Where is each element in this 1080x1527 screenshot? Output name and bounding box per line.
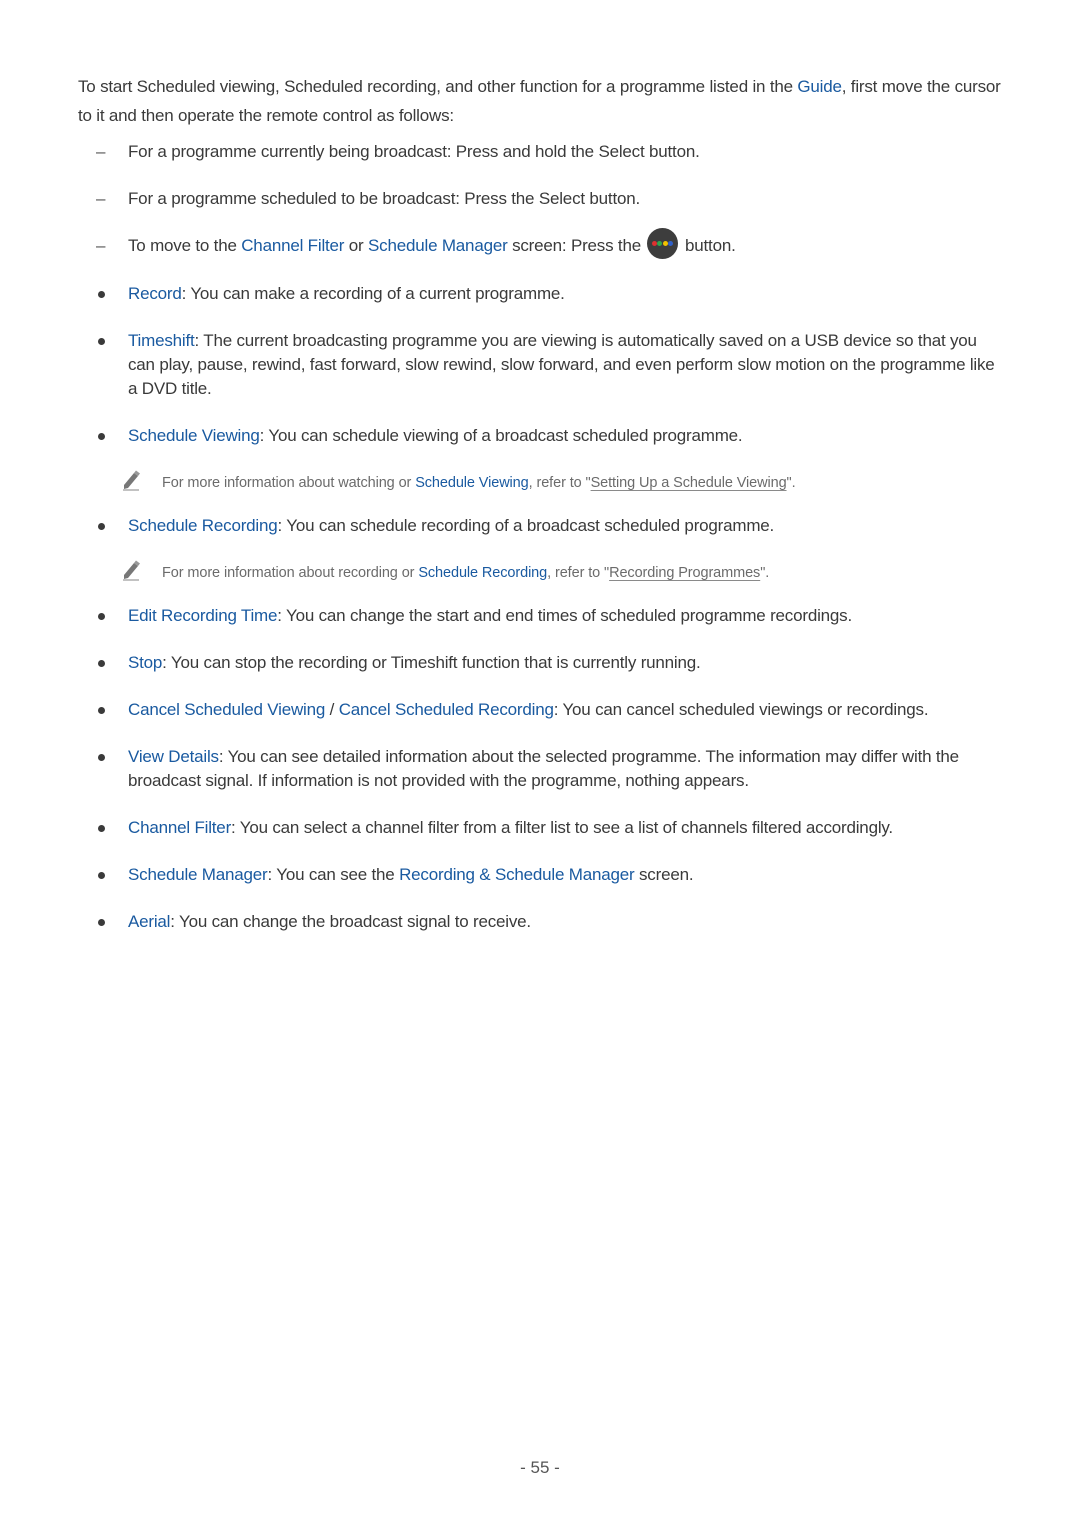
bullet-term[interactable]: Edit Recording Time [128,606,277,625]
bullet-term[interactable]: Cancel Scheduled Viewing [128,700,325,719]
dash-item-text: For a programme scheduled to be broadcas… [128,189,640,208]
dash-item: – To move to the Channel Filter or Sched… [78,228,1003,260]
color-buttons-icon [647,228,679,260]
dash-item-text: or [344,236,369,255]
bullet-text: : You can change the start and end times… [277,606,852,626]
green-dot [657,241,663,247]
manual-page: To start Scheduled viewing, Scheduled re… [78,72,1003,934]
bullet-text: : You can see detailed information about… [128,747,959,791]
bullet-item-timeshift: Timeshift: The current broadcasting prog… [78,329,1003,401]
note: For more information about watching or S… [78,470,1003,494]
bullet-text: : You can cancel scheduled viewings or r… [553,700,929,720]
bullet-icon [96,329,116,345]
bullet-term[interactable]: Channel Filter [128,818,231,837]
bullet-icon [96,816,116,832]
dash-item-text: For a programme currently being broadcas… [128,142,700,161]
schedule-manager-link[interactable]: Schedule Manager [368,236,508,255]
channel-filter-link[interactable]: Channel Filter [241,236,344,255]
note: For more information about recording or … [78,560,1003,584]
bullet-item-cancel-scheduled: Cancel Scheduled Viewing / Cancel Schedu… [78,698,1003,722]
dash-marker: – [96,142,106,161]
bullet-text: : You can make a recording of a current … [181,284,565,304]
dash-marker: – [96,236,106,255]
dash-item-text: To move to the [128,236,242,255]
bullet-icon [96,282,116,298]
bullet-item-view-details: View Details: You can see detailed infor… [78,745,1003,793]
bullet-item-schedule-viewing: Schedule Viewing: You can schedule viewi… [78,424,1003,448]
guide-link[interactable]: Guide [797,77,842,96]
bullet-term[interactable]: Schedule Recording [128,516,278,535]
bullet-term[interactable]: Cancel Scheduled Recording [339,700,554,719]
dash-marker: – [96,189,106,208]
reference-link[interactable]: Recording Programmes [609,565,760,581]
note-text: For more information about watching or [162,475,416,492]
note-text: , refer to " [528,475,591,492]
bullet-item-stop: Stop: You can stop the recording or Time… [78,651,1003,675]
pencil-icon [123,470,140,491]
bullet-text: screen. [634,865,694,885]
bullet-item-schedule-recording: Schedule Recording: You can schedule rec… [78,514,1003,538]
bullet-term[interactable]: Schedule Viewing [128,426,260,445]
bullet-item-channel-filter: Channel Filter: You can select a channel… [78,816,1003,840]
bullet-icon [96,863,116,879]
reference-link[interactable]: Setting Up a Schedule Viewing [591,475,787,491]
bullet-text: : The current broadcasting programme you… [128,331,995,399]
dash-item: – For a programme scheduled to be broadc… [78,187,1003,211]
note-text: ". [760,565,770,582]
intro-paragraph: To start Scheduled viewing, Scheduled re… [78,72,1003,130]
bullet-term[interactable]: Timeshift [128,331,195,350]
bullet-item-record: Record: You can make a recording of a cu… [78,282,1003,306]
dash-item-text: button. [680,236,736,255]
separator: / [325,700,339,720]
dash-item-text: screen: Press the [507,236,646,255]
bullet-text: : You can stop the recording or Timeshif… [162,653,701,673]
bullet-term[interactable]: Record [128,284,182,303]
bullet-icon [96,698,116,714]
bullet-icon [96,745,116,761]
bullet-item-edit-recording-time: Edit Recording Time: You can change the … [78,604,1003,628]
intro-text: To start Scheduled viewing, Scheduled re… [78,77,798,96]
bullet-term[interactable]: Stop [128,653,162,672]
bullet-item-schedule-manager: Schedule Manager: You can see the Record… [78,863,1003,887]
bullet-text: : You can change the broadcast signal to… [170,912,531,932]
bullet-item-aerial: Aerial: You can change the broadcast sig… [78,910,1003,934]
pencil-icon [123,560,140,581]
bullet-text: : You can select a channel filter from a… [231,818,893,838]
dash-item: – For a programme currently being broadc… [78,140,1003,164]
note-text: ". [786,475,796,492]
bullet-term[interactable]: Recording & Schedule Manager [399,865,635,884]
bullet-text: : You can see the [267,865,400,885]
bullet-term[interactable]: Aerial [128,912,170,931]
bullet-term[interactable]: Schedule Manager [128,865,268,884]
bullet-icon [96,910,116,926]
bullet-icon [96,514,116,530]
bullet-term[interactable]: View Details [128,747,219,766]
bullet-text: : You can schedule viewing of a broadcas… [259,426,743,446]
note-link[interactable]: Schedule Recording [418,565,547,581]
note-text: , refer to " [547,565,610,582]
bullet-icon [96,424,116,440]
note-text: For more information about recording or [162,565,419,582]
note-link[interactable]: Schedule Viewing [415,475,529,491]
bullet-text: : You can schedule recording of a broadc… [277,516,775,536]
bullet-icon [96,651,116,667]
bullet-icon [96,604,116,620]
page-number: - 55 - [520,1458,560,1477]
blue-dot [668,241,674,247]
